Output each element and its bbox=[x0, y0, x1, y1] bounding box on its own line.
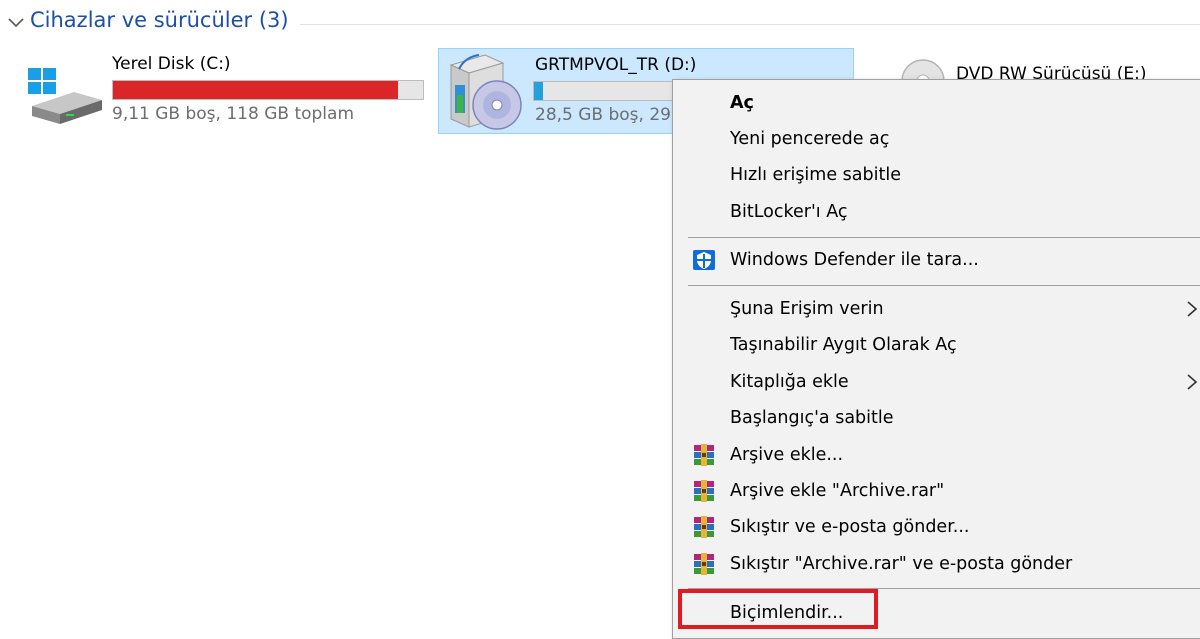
menu-separator bbox=[688, 237, 1200, 238]
drive-usage-text: 28,5 GB boş, 29, bbox=[535, 105, 677, 125]
devices-section-header[interactable]: Cihazlar ve sürücüler (3) bbox=[0, 0, 1200, 46]
windows-defender-icon bbox=[693, 250, 715, 270]
winrar-icon bbox=[694, 516, 714, 538]
context-menu: Aç Yeni pencerede aç Hızlı erişime sabit… bbox=[672, 79, 1200, 639]
menu-item-label: Arşive ekle... bbox=[730, 445, 844, 465]
drive-usage-fill bbox=[113, 81, 399, 99]
drive-usage-fill bbox=[534, 82, 544, 100]
section-divider bbox=[300, 24, 1200, 25]
winrar-icon bbox=[694, 553, 714, 575]
drive-usage-bar bbox=[112, 80, 424, 100]
drive-name: Yerel Disk (C:) bbox=[112, 54, 231, 74]
chevron-right-icon bbox=[1187, 374, 1198, 390]
menu-item-bitlocker[interactable]: BitLocker'ı Aç bbox=[673, 194, 1193, 230]
menu-item-add-to-archive[interactable]: Arşive ekle... bbox=[673, 437, 1193, 473]
menu-item-compress-rar-email[interactable]: Sıkıştır "Archive.rar" ve e-posta gönder bbox=[673, 546, 1193, 582]
menu-item-label: Taşınabilir Aygıt Olarak Aç bbox=[730, 335, 957, 355]
menu-item-pin-to-start[interactable]: Başlangıç'a sabitle bbox=[673, 400, 1193, 436]
menu-item-label: Yeni pencerede aç bbox=[730, 129, 890, 149]
menu-item-label: Başlangıç'a sabitle bbox=[730, 408, 894, 428]
winrar-icon bbox=[694, 444, 714, 466]
menu-item-open-portable[interactable]: Taşınabilir Aygıt Olarak Aç bbox=[673, 327, 1193, 363]
drive-tile-c[interactable]: Yerel Disk (C:) 9,11 GB boş, 118 GB topl… bbox=[22, 48, 432, 134]
menu-item-label: BitLocker'ı Aç bbox=[730, 202, 848, 222]
menu-item-label: Hızlı erişime sabitle bbox=[730, 165, 901, 185]
menu-item-label: Windows Defender ile tara... bbox=[730, 250, 979, 270]
section-title: Cihazlar ve sürücüler (3) bbox=[30, 8, 289, 32]
menu-item-label: Aç bbox=[730, 93, 754, 113]
menu-item-give-access[interactable]: Şuna Erişim verin bbox=[673, 291, 1198, 327]
menu-item-open-new-window[interactable]: Yeni pencerede aç bbox=[673, 121, 1193, 157]
menu-item-open[interactable]: Aç bbox=[673, 85, 1193, 121]
chevron-down-icon[interactable] bbox=[6, 12, 26, 32]
chevron-right-icon bbox=[1187, 301, 1198, 317]
menu-item-label: Şuna Erişim verin bbox=[730, 299, 884, 319]
hard-drive-windows-icon bbox=[28, 68, 102, 124]
drive-usage-text: 9,11 GB boş, 118 GB toplam bbox=[112, 104, 355, 124]
menu-item-pin-quick-access[interactable]: Hızlı erişime sabitle bbox=[673, 157, 1193, 193]
winrar-icon bbox=[694, 480, 714, 502]
menu-item-add-to-archive-rar[interactable]: Arşive ekle "Archive.rar" bbox=[673, 473, 1193, 509]
menu-item-label: Kitaplığa ekle bbox=[730, 372, 849, 392]
menu-item-add-to-library[interactable]: Kitaplığa ekle bbox=[673, 364, 1198, 400]
setup-disc-icon bbox=[449, 54, 522, 130]
drive-name: GRTMPVOL_TR (D:) bbox=[535, 55, 697, 75]
menu-item-label: Sıkıştır ve e-posta gönder... bbox=[730, 517, 970, 537]
format-highlight-box bbox=[678, 589, 878, 629]
menu-separator bbox=[688, 285, 1200, 286]
menu-item-label: Arşive ekle "Archive.rar" bbox=[730, 481, 945, 501]
menu-item-label: Sıkıştır "Archive.rar" ve e-posta gönder bbox=[730, 554, 1073, 574]
menu-item-compress-email[interactable]: Sıkıştır ve e-posta gönder... bbox=[673, 509, 1193, 545]
menu-item-defender-scan[interactable]: Windows Defender ile tara... bbox=[673, 242, 1193, 278]
